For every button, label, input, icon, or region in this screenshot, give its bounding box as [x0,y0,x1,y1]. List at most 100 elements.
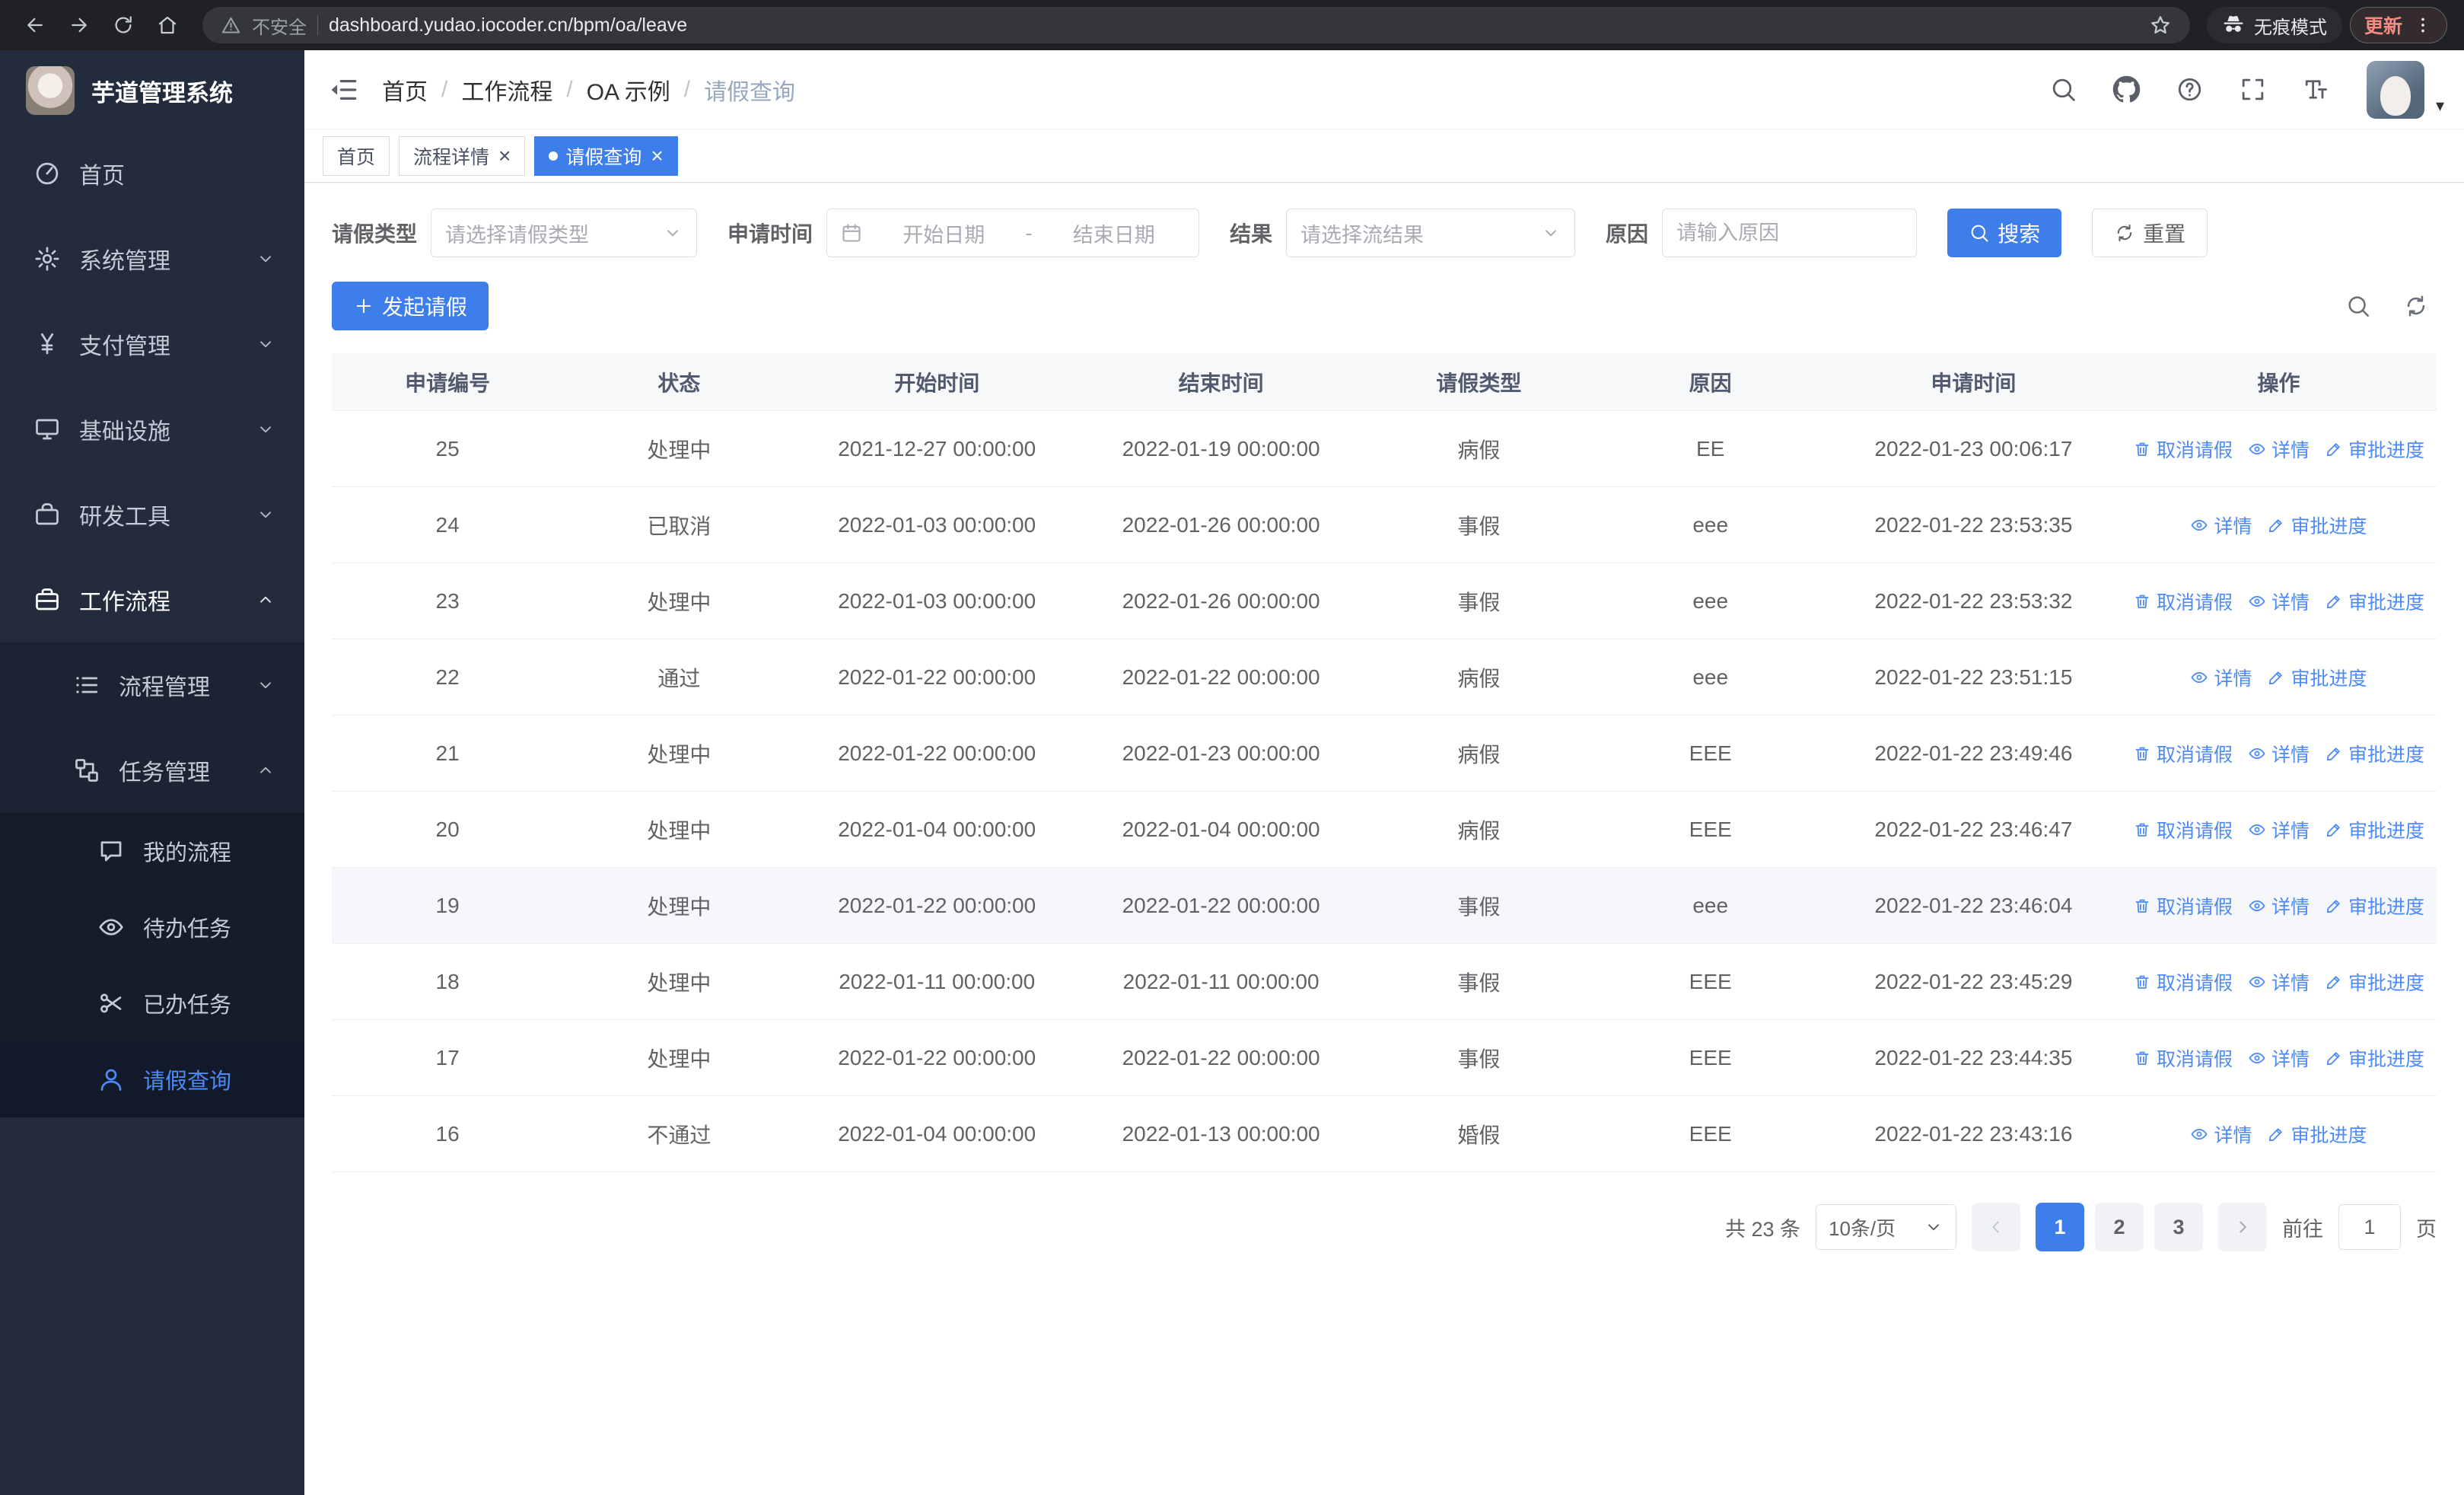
leave-type-select[interactable]: 请选择请假类型 [431,209,698,257]
url-text[interactable]: dashboard.yudao.iocoder.cn/bpm/oa/leave [329,14,2138,37]
approval-progress-link[interactable]: 审批进度 [2267,512,2367,539]
app-logo[interactable]: 芋道管理系统 [0,50,304,131]
trash-icon [2133,897,2151,915]
browser-home-icon[interactable] [149,7,186,43]
goto-page-input[interactable] [2338,1204,2401,1250]
detail-link[interactable]: 详情 [2248,740,2310,767]
approval-progress-link[interactable]: 审批进度 [2325,816,2424,843]
table-row: 17 处理中 2022-01-22 00:00:00 2022-01-22 00:00… [332,1020,2437,1096]
sidebar-item-process-mgmt[interactable]: 流程管理 [0,642,304,728]
cancel-leave-link[interactable]: 取消请假 [2133,892,2233,920]
font-size-icon[interactable] [2302,75,2330,104]
chevron-down-icon [256,675,275,695]
fullscreen-icon[interactable] [2239,75,2267,104]
approval-progress-link[interactable]: 审批进度 [2325,740,2424,767]
detail-link[interactable]: 详情 [2248,588,2310,615]
cancel-leave-link[interactable]: 取消请假 [2133,968,2233,996]
approval-progress-link[interactable]: 审批进度 [2325,588,2424,615]
breadcrumb-item[interactable]: 首页 [382,73,428,107]
reset-button[interactable]: 重置 [2092,209,2208,257]
browser-menu-icon[interactable] [2413,15,2433,35]
prev-page-button[interactable] [1972,1203,2020,1251]
detail-link[interactable]: 详情 [2248,892,2310,920]
detail-link[interactable]: 详情 [2190,1120,2252,1148]
breadcrumb-separator: / [683,76,691,102]
create-leave-button[interactable]: 发起请假 [332,282,489,330]
detail-link[interactable]: 详情 [2248,435,2310,463]
page-button-2[interactable]: 2 [2095,1203,2144,1251]
tab-leave-query[interactable]: 请假查询 × [534,135,678,176]
forward-icon[interactable] [61,7,97,43]
workflow-icon [33,586,61,614]
sidebar-item-todo-tasks[interactable]: 待办任务 [0,889,304,965]
sidebar-item-infra[interactable]: 基础设施 [0,387,304,472]
close-tab-icon[interactable]: × [651,145,663,167]
active-tab-dot [549,151,559,161]
table-row: 19 处理中 2022-01-22 00:00:00 2022-01-22 00:00… [332,868,2437,944]
result-select[interactable]: 请选择流结果 [1286,209,1576,257]
cancel-leave-link[interactable]: 取消请假 [2133,588,2233,615]
page-button-3[interactable]: 3 [2154,1203,2203,1251]
bookmark-star-icon[interactable] [2149,14,2172,37]
search-button[interactable]: 搜索 [1947,209,2062,257]
sidebar-item-payment[interactable]: 支付管理 [0,301,304,387]
cancel-leave-link[interactable]: 取消请假 [2133,1044,2233,1072]
page-size-select[interactable]: 10条/页 [1816,1204,1956,1250]
sidebar-item-system[interactable]: 系统管理 [0,216,304,301]
back-icon[interactable] [17,7,53,43]
user-menu[interactable]: ▾ [2367,60,2444,119]
cancel-leave-link[interactable]: 取消请假 [2133,816,2233,843]
page-size-value: 10条/页 [1829,1216,1896,1240]
approval-progress-link[interactable]: 审批进度 [2325,1044,2424,1072]
sidebar-item-devtools[interactable]: 研发工具 [0,472,304,557]
breadcrumb-item[interactable]: OA 示例 [587,73,670,107]
sidebar-toggle-icon[interactable] [327,74,359,106]
cell-apply-time: 2022-01-22 23:46:04 [1874,893,2073,917]
approval-progress-link[interactable]: 审批进度 [2325,968,2424,996]
cell-status: 处理中 [647,742,712,767]
detail-link[interactable]: 详情 [2248,968,2310,996]
tab-process-detail[interactable]: 流程详情 × [399,135,526,176]
column-header: 请假类型 [1436,371,1522,395]
sidebar-item-leave-query[interactable]: 请假查询 [0,1041,304,1117]
cancel-leave-link[interactable]: 取消请假 [2133,435,2233,463]
apply-time-range-picker[interactable]: 开始日期 - 结束日期 [826,209,1200,257]
detail-link[interactable]: 详情 [2248,1044,2310,1072]
cell-reason: EEE [1689,1045,1732,1069]
approval-progress-link[interactable]: 审批进度 [2267,664,2367,691]
close-tab-icon[interactable]: × [498,145,511,167]
security-warning-label[interactable]: 不安全 [252,12,307,39]
update-button[interactable]: 更新 [2349,7,2447,43]
sidebar-item-my-process[interactable]: 我的流程 [0,813,304,889]
search-icon[interactable] [2049,75,2077,104]
table-row: 20 处理中 2022-01-04 00:00:00 2022-01-04 00:00… [332,792,2437,868]
detail-link[interactable]: 详情 [2190,664,2252,691]
cell-start-time: 2021-12-27 00:00:00 [838,436,1036,461]
sidebar-item-home[interactable]: 首页 [0,131,304,216]
approval-progress-link[interactable]: 审批进度 [2325,892,2424,920]
help-icon[interactable] [2176,75,2204,104]
reload-icon[interactable] [105,7,142,43]
cell-reason: eee [1692,893,1729,917]
refresh-table-icon[interactable] [2403,293,2429,319]
goto-suffix: 页 [2416,1217,2437,1241]
sidebar-item-workflow[interactable]: 工作流程 [0,557,304,642]
approval-progress-link[interactable]: 审批进度 [2325,435,2424,463]
reason-input[interactable] [1662,209,1918,257]
address-bar[interactable]: 不安全 dashboard.yudao.iocoder.cn/bpm/oa/le… [202,7,2190,43]
next-page-button[interactable] [2218,1203,2267,1251]
page-button-1[interactable]: 1 [2036,1203,2084,1251]
approval-progress-link[interactable]: 审批进度 [2267,1120,2367,1148]
github-icon[interactable] [2112,75,2141,104]
cancel-leave-link[interactable]: 取消请假 [2133,740,2233,767]
detail-link[interactable]: 详情 [2248,816,2310,843]
tab-home[interactable]: 首页 [323,135,390,176]
cell-end-time: 2022-01-19 00:00:00 [1122,436,1320,461]
action-label: 审批进度 [2348,439,2425,461]
toggle-search-icon[interactable] [2345,293,2371,319]
row-actions: 详情 审批进度 [2121,487,2437,563]
detail-link[interactable]: 详情 [2190,512,2252,539]
breadcrumb-item[interactable]: 工作流程 [461,73,552,107]
sidebar-item-task-mgmt[interactable]: 任务管理 [0,728,304,813]
sidebar-item-done-tasks[interactable]: 已办任务 [0,965,304,1041]
